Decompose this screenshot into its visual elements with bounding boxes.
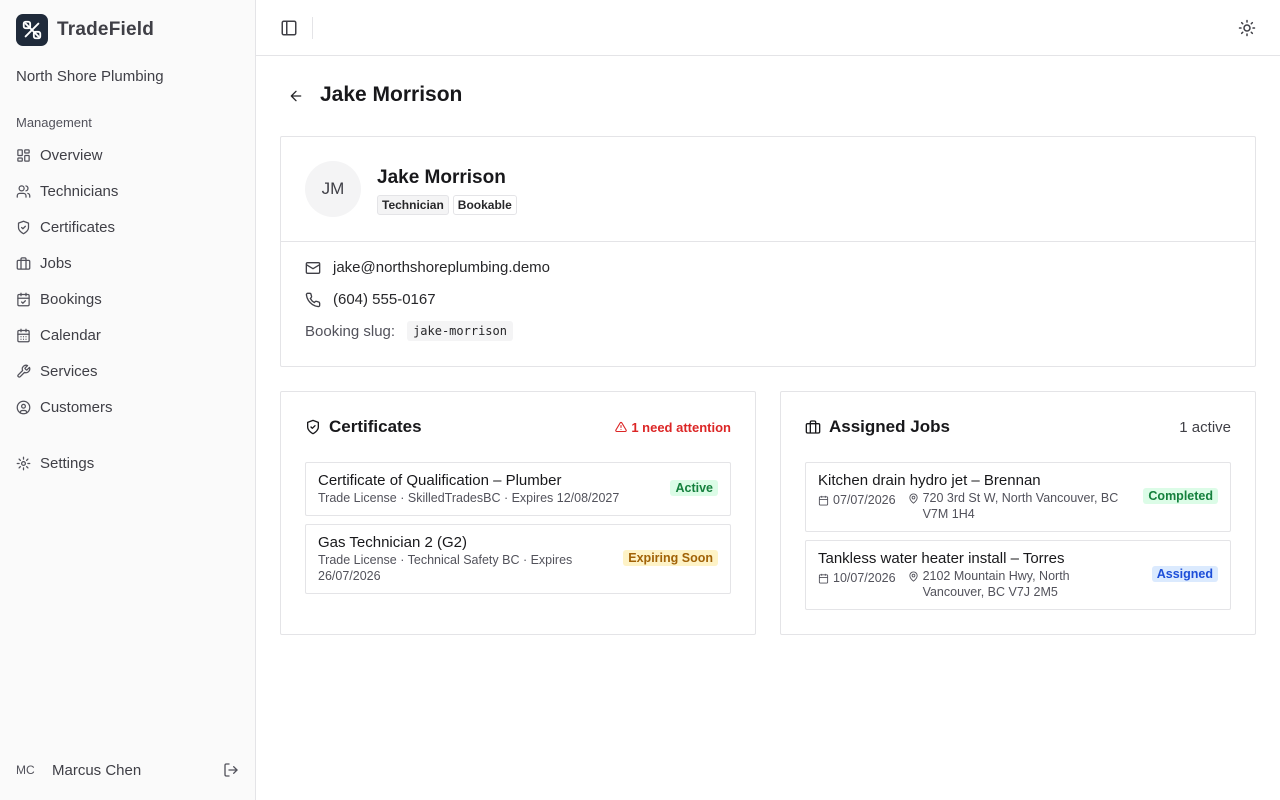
profile-card: JM Jake Morrison Technician Bookable jak… (280, 136, 1256, 367)
certificates-card: Certificates 1 need attention Certificat… (280, 391, 756, 635)
sidebar-nav: Overview Technicians Certificates Jobs B… (8, 137, 248, 425)
sidebar-toggle-icon[interactable] (280, 19, 298, 37)
status-badge: Active (670, 480, 718, 496)
user-avatar: MC (16, 763, 35, 777)
jobs-title-text: Assigned Jobs (829, 417, 950, 436)
sidebar-item-label: Certificates (40, 218, 116, 236)
job-address-text: 2102 Mountain Hwy, North Vancouver, BC V… (922, 569, 1070, 599)
status-badge: Expiring Soon (623, 550, 718, 566)
brand[interactable]: TradeField (16, 14, 154, 46)
bookable-badge: Bookable (452, 195, 517, 215)
divider (281, 241, 1255, 242)
job-date-text: 10/07/2026 (833, 571, 896, 585)
briefcase-icon (805, 420, 821, 434)
sidebar-item-label: Overview (40, 146, 103, 164)
mail-icon (305, 261, 321, 274)
job-date: 10/07/2026 (818, 570, 896, 586)
role-badge: Technician (377, 195, 449, 215)
certificates-title-text: Certificates (329, 417, 422, 436)
page-title: Jake Morrison (320, 83, 463, 106)
briefcase-icon (16, 256, 31, 270)
logout-icon[interactable] (222, 761, 240, 779)
jobs-header: Assigned Jobs 1 active (805, 417, 1231, 437)
booking-slug-label: Booking slug: (305, 322, 396, 340)
sidebar-item-label: Calendar (40, 326, 101, 344)
certificates-title: Certificates (305, 417, 422, 437)
job-address-text: 720 3rd St W, North Vancouver, BC V7M 1H… (922, 491, 1119, 521)
status-badge: Assigned (1151, 566, 1218, 582)
brand-name: TradeField (57, 19, 155, 40)
job-date-text: 07/07/2026 (833, 493, 896, 507)
sidebar-item-label: Services (40, 362, 98, 380)
role-badges: Technician Bookable (377, 195, 517, 215)
layout-dashboard-icon (17, 148, 30, 162)
sidebar-item-jobs[interactable]: Jobs (8, 245, 248, 281)
topbar-divider (312, 17, 313, 39)
certificate-item[interactable]: Certificate of Qualification – Plumber T… (305, 462, 731, 516)
logo-icon (16, 14, 48, 46)
certificate-title: Certificate of Qualification – Plumber (318, 472, 562, 489)
sidebar-item-calendar[interactable]: Calendar (8, 317, 248, 353)
status-badge: Completed (1143, 488, 1218, 504)
calendar-icon (818, 573, 829, 584)
organization-name: North Shore Plumbing (16, 68, 164, 85)
users-icon (16, 184, 31, 198)
phone-row: (604) 555-0167 (305, 291, 436, 308)
gear-icon (16, 456, 31, 470)
email-link[interactable]: jake@northshoreplumbing.demo (333, 259, 550, 276)
assigned-jobs-card: Assigned Jobs 1 active Kitchen drain hyd… (780, 391, 1256, 635)
back-arrow-icon[interactable] (288, 88, 304, 104)
job-item[interactable]: Tankless water heater install – Torres 1… (805, 540, 1231, 610)
calendar-icon (818, 495, 829, 506)
theme-toggle-sun-icon[interactable] (1238, 19, 1256, 37)
sidebar-item-services[interactable]: Services (8, 353, 248, 389)
attention-text: 1 need attention (631, 419, 731, 435)
user-menu[interactable]: MC Marcus Chen (16, 754, 240, 786)
profile-name: Jake Morrison (377, 167, 506, 188)
top-bar (256, 0, 1280, 56)
sidebar-item-label: Customers (40, 398, 113, 416)
sidebar-item-settings[interactable]: Settings (8, 445, 248, 481)
sidebar-item-label: Bookings (40, 290, 102, 308)
certificate-details: Trade License · SkilledTradesBC · Expire… (318, 491, 620, 505)
user-name: Marcus Chen (52, 761, 142, 779)
sidebar-item-technicians[interactable]: Technicians (8, 173, 248, 209)
map-pin-icon (908, 571, 918, 582)
calendar-check-icon (17, 292, 30, 306)
sidebar-item-label: Jobs (40, 254, 72, 272)
sidebar-settings-group: Settings (8, 445, 248, 481)
phone-icon (305, 292, 321, 307)
section-label-management: Management (16, 115, 92, 130)
calendar-icon (17, 328, 30, 342)
sidebar-item-certificates[interactable]: Certificates (8, 209, 248, 245)
job-date: 07/07/2026 (818, 492, 896, 508)
job-address: 720 3rd St W, North Vancouver, BC V7M 1H… (908, 490, 1128, 522)
sidebar-item-overview[interactable]: Overview (8, 137, 248, 173)
active-count: 1 active (1179, 418, 1231, 436)
sidebar-item-label: Technicians (40, 182, 119, 200)
job-item[interactable]: Kitchen drain hydro jet – Brennan 07/07/… (805, 462, 1231, 532)
sidebar-item-bookings[interactable]: Bookings (8, 281, 248, 317)
shield-check-icon (17, 220, 30, 234)
booking-slug-row: Booking slug: jake-morrison (305, 321, 513, 341)
certificate-details: Trade License · Technical Safety BC · Ex… (318, 553, 573, 583)
sidebar-item-label: Settings (40, 454, 95, 472)
job-address: 2102 Mountain Hwy, North Vancouver, BC V… (908, 568, 1128, 600)
jobs-title: Assigned Jobs (805, 417, 950, 437)
attention-notice: 1 need attention (615, 420, 731, 435)
shield-check-icon (307, 419, 319, 435)
avatar: JM (305, 161, 361, 217)
phone-link[interactable]: (604) 555-0167 (333, 291, 436, 308)
booking-slug-value: jake-morrison (407, 321, 513, 341)
email-row: jake@northshoreplumbing.demo (305, 259, 550, 276)
map-pin-icon (908, 493, 918, 504)
certificate-item[interactable]: Gas Technician 2 (G2) Trade License · Te… (305, 524, 731, 594)
certificates-header: Certificates 1 need attention (305, 417, 731, 437)
user-circle-icon (16, 400, 31, 414)
sidebar-item-customers[interactable]: Customers (8, 389, 248, 425)
wrench-icon (17, 364, 31, 378)
sidebar: TradeField North Shore Plumbing Manageme… (0, 0, 256, 800)
alert-triangle-icon (615, 421, 628, 433)
